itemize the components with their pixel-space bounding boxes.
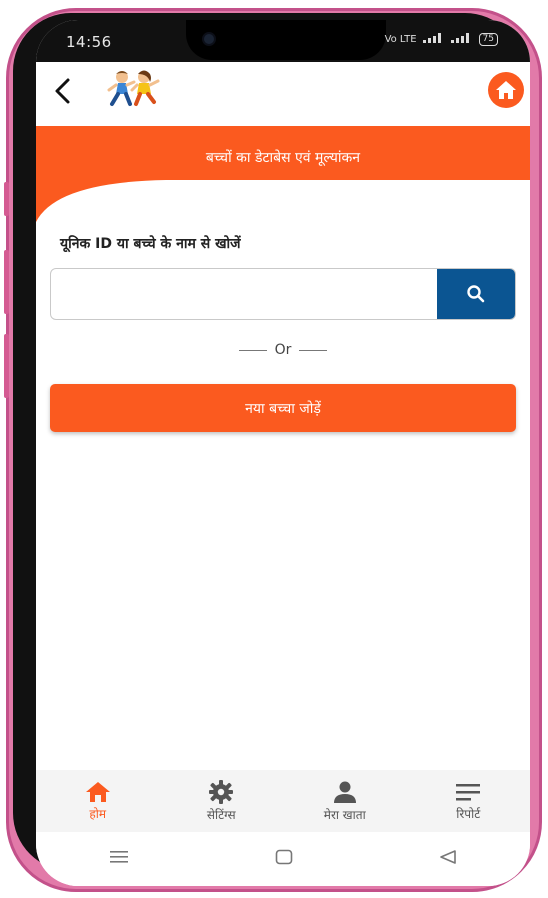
nav-item-settings[interactable]: सेटिंग्स xyxy=(161,779,281,823)
search-button[interactable] xyxy=(437,269,515,319)
nav-item-home[interactable]: होम xyxy=(38,781,158,822)
person-icon xyxy=(333,781,356,803)
or-text: Or xyxy=(274,342,292,358)
system-back-icon xyxy=(440,850,456,864)
menu-lines-icon xyxy=(456,783,481,800)
home-button[interactable] xyxy=(488,72,524,108)
search-label: यूनिक ID या बच्चे के नाम से खोजें xyxy=(60,236,241,252)
system-home-icon xyxy=(275,849,293,865)
nav-item-my-account[interactable]: मेरा खाता xyxy=(285,780,405,823)
battery-indicator: 75 xyxy=(478,33,498,46)
divider-line xyxy=(299,349,328,351)
system-back-button[interactable] xyxy=(439,849,457,869)
back-button[interactable] xyxy=(50,74,82,110)
divider-line xyxy=(238,349,267,351)
bottom-nav: होम सेटिंग्स मेरा खाता रिपोर्ट xyxy=(36,770,530,832)
recent-apps-icon xyxy=(110,851,128,863)
back-arrow-icon xyxy=(55,78,70,104)
status-icons: Vo LTE 75 xyxy=(385,33,498,46)
add-child-button[interactable]: नया बच्चा जोड़ें xyxy=(50,384,516,432)
network-label: Vo LTE xyxy=(384,34,417,45)
side-button xyxy=(4,334,9,398)
side-button xyxy=(4,250,9,314)
signal-icon xyxy=(422,33,445,46)
banner-wave-background xyxy=(36,126,530,222)
system-nav-bar xyxy=(36,832,530,886)
side-button xyxy=(4,182,9,216)
nav-label: होम xyxy=(89,806,107,821)
nav-item-report[interactable]: रिपोर्ट xyxy=(408,781,528,822)
recent-apps-button[interactable] xyxy=(109,849,129,869)
children-running-logo xyxy=(106,68,164,108)
app-header xyxy=(36,62,530,126)
signal-icon xyxy=(450,33,473,46)
status-time: 14:56 xyxy=(66,33,112,51)
banner-title: बच्चों का डेटाबेस एवं मूल्यांकन xyxy=(205,150,361,166)
camera-notch xyxy=(186,20,386,60)
search-icon xyxy=(467,285,485,303)
gear-icon xyxy=(209,779,234,804)
home-icon xyxy=(496,81,516,99)
search-box xyxy=(50,268,516,320)
banner: बच्चों का डेटाबेस एवं मूल्यांकन xyxy=(36,126,530,230)
front-camera-icon xyxy=(202,32,216,46)
nav-label: सेटिंग्स xyxy=(206,807,236,822)
or-divider: Or xyxy=(36,342,530,358)
screen: 14:56 Vo LTE 75 बच्चों का डेटाबेस एवं मू… xyxy=(36,20,530,886)
home-icon xyxy=(85,781,110,802)
search-input[interactable] xyxy=(51,269,437,319)
nav-label: मेरा खाता xyxy=(323,807,366,822)
nav-label: रिपोर्ट xyxy=(456,806,481,821)
status-bar: 14:56 Vo LTE 75 xyxy=(36,20,530,62)
system-home-button[interactable] xyxy=(275,849,293,869)
